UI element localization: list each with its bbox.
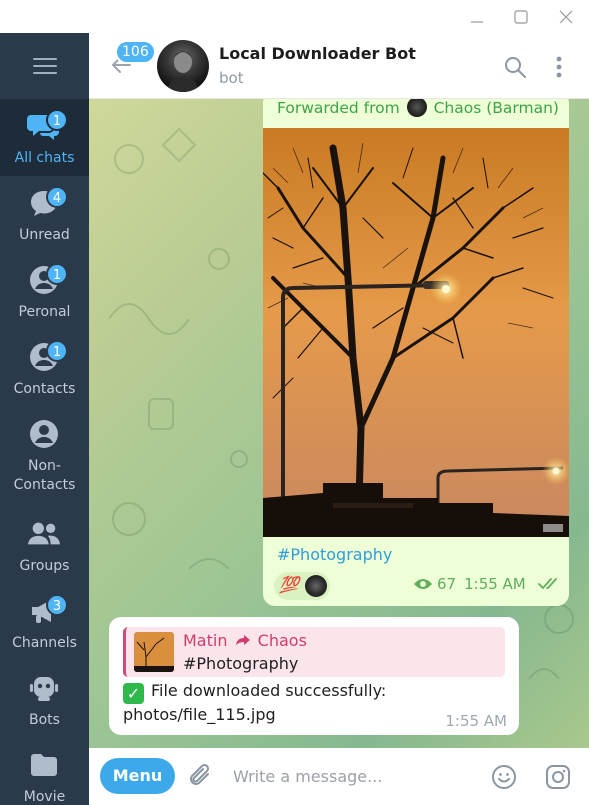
folder-non-contacts[interactable]: Non- Contacts bbox=[0, 407, 89, 497]
group-icon bbox=[27, 518, 61, 550]
folder-unread[interactable]: 4 Unread bbox=[0, 176, 89, 253]
attach-button[interactable] bbox=[188, 763, 214, 793]
chat-title: Local Downloader Bot bbox=[219, 44, 416, 63]
close-button[interactable] bbox=[544, 0, 588, 33]
maximize-icon bbox=[514, 9, 528, 24]
folder-badge: 1 bbox=[46, 340, 68, 362]
folder-badge: 4 bbox=[46, 186, 68, 208]
folder-badge: 1 bbox=[46, 109, 68, 131]
message-line-1: ✓ File downloaded successfully: bbox=[123, 681, 386, 704]
folder-label: Groups bbox=[19, 558, 70, 574]
minimize-button[interactable] bbox=[455, 0, 499, 33]
reply-original-author: Chaos bbox=[257, 631, 307, 650]
folder-label: Movie bbox=[23, 789, 66, 805]
folder-personal[interactable]: 1 Peronal bbox=[0, 253, 89, 330]
folder-icon bbox=[27, 749, 61, 781]
message-text: File downloaded successfully: bbox=[151, 681, 387, 700]
folder-bots[interactable]: Bots bbox=[0, 661, 89, 738]
message-meta: 67 1:55 AM bbox=[413, 575, 562, 593]
more-options-button[interactable] bbox=[545, 53, 573, 81]
forwarded-source-avatar bbox=[406, 99, 427, 117]
forwarded-prefix: Forwarded from bbox=[277, 99, 400, 117]
hamburger-icon bbox=[32, 58, 57, 74]
tree-sunset-photo bbox=[263, 128, 569, 537]
forwarded-photo-message[interactable]: Forwarded from Chaos (Barman) #Photograp… bbox=[263, 99, 569, 606]
folder-label: Contacts bbox=[13, 381, 76, 397]
message-time: 1:55 AM bbox=[445, 712, 507, 730]
message-line-2: photos/file_115.jpg bbox=[123, 705, 276, 724]
chat-header: 106 Local Downloader Bot bot bbox=[89, 33, 589, 99]
folder-all-chats[interactable]: 1 All chats bbox=[0, 99, 89, 176]
photo-image[interactable] bbox=[263, 128, 569, 537]
more-vertical-icon bbox=[556, 56, 562, 78]
reply-author: Matin Chaos bbox=[183, 631, 307, 650]
close-icon bbox=[559, 10, 573, 23]
person-outline-icon bbox=[27, 418, 61, 450]
folder-label: Peronal bbox=[18, 304, 71, 320]
robot-icon bbox=[27, 672, 61, 704]
message-composer: Menu bbox=[89, 748, 589, 805]
smiley-icon bbox=[492, 765, 516, 789]
folder-label: Unread bbox=[19, 227, 70, 243]
folder-movie[interactable]: Movie bbox=[0, 738, 89, 805]
forwarded-source-name: Chaos (Barman) bbox=[433, 99, 559, 117]
check-mark-button-icon: ✓ bbox=[123, 683, 144, 704]
message-time: 1:55 AM bbox=[464, 575, 526, 593]
search-icon bbox=[505, 57, 526, 78]
view-count: 67 bbox=[437, 575, 457, 593]
unread-count-badge: 106 bbox=[115, 40, 156, 64]
message-input[interactable] bbox=[233, 762, 473, 790]
main-menu-button[interactable] bbox=[0, 33, 89, 99]
reply-snippet: #Photography bbox=[183, 654, 299, 673]
bot-avatar[interactable] bbox=[157, 40, 209, 92]
reactor-avatar bbox=[305, 575, 327, 597]
search-button[interactable] bbox=[501, 53, 529, 81]
bot-menu-button[interactable]: Menu bbox=[100, 758, 175, 794]
folder-groups[interactable]: Groups bbox=[0, 507, 89, 584]
maximize-button[interactable] bbox=[499, 0, 543, 33]
minimize-icon bbox=[471, 20, 483, 23]
folder-badge: 3 bbox=[46, 594, 68, 616]
emoji-button[interactable] bbox=[489, 762, 519, 792]
folder-contacts[interactable]: 1 Contacts bbox=[0, 330, 89, 407]
forwarded-header[interactable]: Forwarded from Chaos (Barman) bbox=[277, 99, 559, 117]
forward-arrow-icon bbox=[235, 635, 250, 645]
reaction-chip[interactable]: 💯 bbox=[274, 572, 330, 600]
folder-label: Bots bbox=[29, 712, 60, 728]
chat-subtitle: bot bbox=[219, 69, 244, 87]
paperclip-icon bbox=[190, 763, 210, 785]
folder-label: Channels bbox=[12, 635, 77, 651]
hundred-points-emoji: 💯 bbox=[279, 575, 299, 594]
folder-label: Non- Contacts bbox=[13, 458, 76, 493]
camera-icon bbox=[546, 765, 570, 789]
reply-thumbnail bbox=[134, 632, 174, 672]
folders-sidebar: 1 All chats 4 Unread 1 Peronal 1 Contact… bbox=[0, 33, 89, 805]
folder-label: All chats bbox=[14, 150, 75, 166]
hashtag-link[interactable]: #Photography bbox=[277, 545, 392, 564]
reply-author-name: Matin bbox=[183, 631, 228, 650]
folder-channels[interactable]: 3 Channels bbox=[0, 584, 89, 661]
bot-reply-message[interactable]: Matin Chaos #Photography ✓ File downloade… bbox=[109, 617, 519, 735]
window-titlebar bbox=[0, 0, 589, 33]
sticker-button[interactable] bbox=[543, 762, 573, 792]
chat-area[interactable]: Forwarded from Chaos (Barman) #Photograp… bbox=[89, 99, 589, 748]
quoted-reply[interactable]: Matin Chaos #Photography bbox=[123, 627, 505, 677]
double-check-icon bbox=[537, 578, 557, 590]
folder-badge: 1 bbox=[46, 263, 68, 285]
eye-icon bbox=[414, 579, 432, 589]
